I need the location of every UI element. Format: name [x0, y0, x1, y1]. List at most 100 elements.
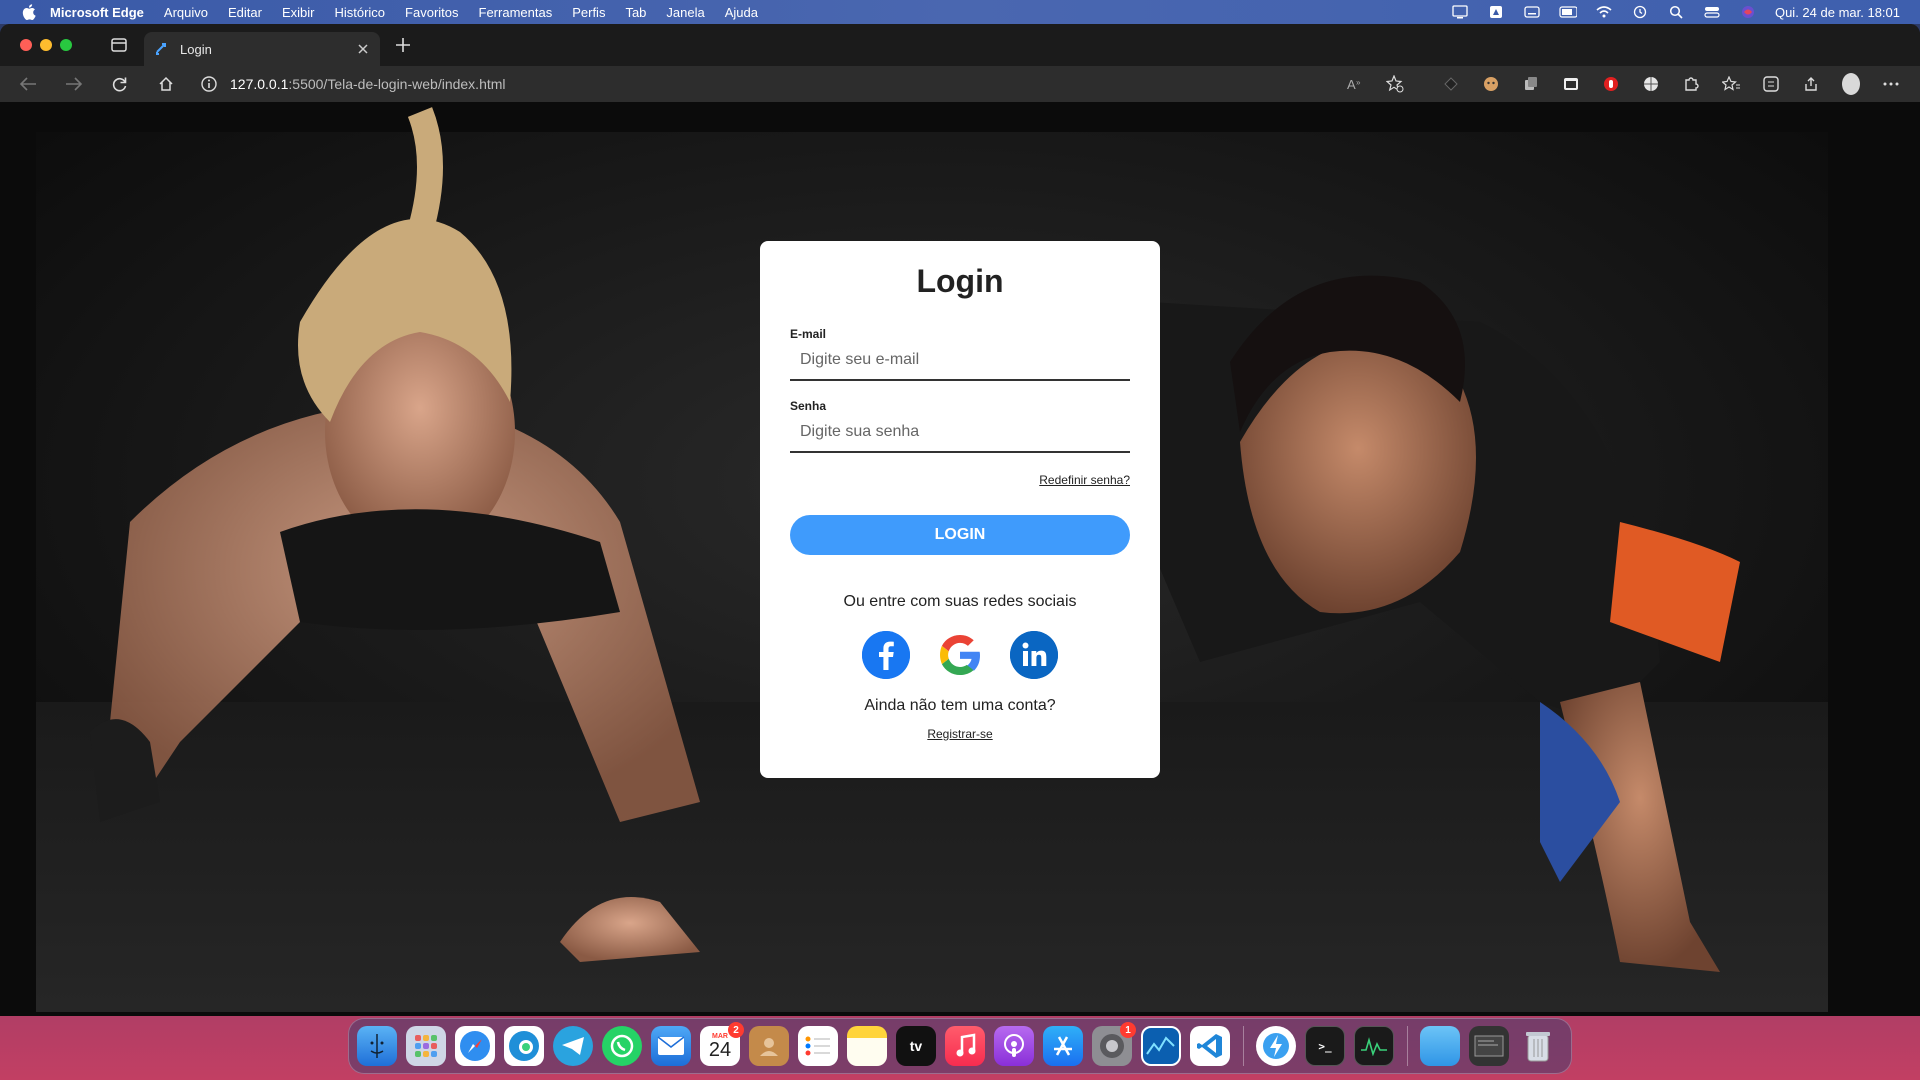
extension-window-icon[interactable] — [1562, 75, 1580, 93]
extension-globe-icon[interactable] — [1642, 75, 1660, 93]
linkedin-icon[interactable] — [1010, 631, 1058, 679]
favorites-icon[interactable] — [1722, 75, 1740, 93]
browser-toolbar: 127.0.0.1:5500/Tela-de-login-web/index.h… — [0, 66, 1920, 102]
tab-actions-icon[interactable] — [110, 36, 128, 54]
register-link[interactable]: Registrar-se — [927, 727, 992, 741]
page-viewport: Login E-mail Senha Redefinir senha? LOGI… — [0, 102, 1920, 1016]
add-favorite-icon[interactable] — [1386, 75, 1404, 93]
launchpad-icon[interactable] — [406, 1026, 446, 1066]
collections-icon[interactable] — [1762, 75, 1780, 93]
keyboard-icon[interactable] — [1523, 5, 1541, 19]
intel-power-gadget-icon[interactable] — [1141, 1026, 1181, 1066]
mail-icon[interactable] — [651, 1026, 691, 1066]
home-icon[interactable] — [156, 74, 176, 94]
extension-copy-icon[interactable] — [1522, 75, 1540, 93]
menu-ferramentas[interactable]: Ferramentas — [479, 5, 553, 20]
edge-icon[interactable] — [504, 1026, 544, 1066]
site-info-icon[interactable] — [200, 75, 218, 93]
menu-arquivo[interactable]: Arquivo — [164, 5, 208, 20]
menu-exibir[interactable]: Exibir — [282, 5, 315, 20]
forward-icon[interactable] — [64, 74, 84, 94]
system-preferences-icon[interactable]: 1 — [1092, 1022, 1136, 1066]
menu-editar[interactable]: Editar — [228, 5, 262, 20]
forgot-password-container: Redefinir senha? — [790, 473, 1130, 487]
new-tab-icon[interactable] — [394, 36, 412, 54]
terminal-icon[interactable]: >_ — [1305, 1026, 1345, 1066]
time-machine-icon[interactable] — [1631, 5, 1649, 19]
system-preferences-badge: 1 — [1120, 1022, 1136, 1038]
whatsapp-icon[interactable] — [602, 1026, 642, 1066]
email-input[interactable] — [790, 341, 1130, 381]
app-store-icon[interactable] — [1043, 1026, 1083, 1066]
extensions-puzzle-icon[interactable] — [1682, 75, 1700, 93]
menu-perfis[interactable]: Perfis — [572, 5, 605, 20]
reeder-icon[interactable] — [1256, 1026, 1296, 1066]
music-icon[interactable] — [945, 1026, 985, 1066]
apple-icon[interactable] — [22, 4, 36, 20]
apple-tv-icon[interactable]: tv — [896, 1026, 936, 1066]
register-container: Registrar-se — [790, 727, 1130, 741]
spotlight-search-icon[interactable] — [1667, 5, 1685, 19]
siri-icon[interactable] — [1739, 5, 1757, 19]
maximize-window-button[interactable] — [60, 39, 72, 51]
forgot-password-link[interactable]: Redefinir senha? — [1039, 473, 1130, 487]
profile-avatar-icon[interactable] — [1842, 73, 1860, 95]
activity-monitor-icon[interactable] — [1354, 1026, 1394, 1066]
calendar-badge: 2 — [728, 1022, 744, 1038]
svg-text:A: A — [1347, 77, 1356, 91]
safari-icon[interactable] — [455, 1026, 495, 1066]
close-tab-icon[interactable] — [356, 42, 370, 56]
menu-janela[interactable]: Janela — [666, 5, 704, 20]
login-button[interactable]: LOGIN — [790, 515, 1130, 555]
menu-clock[interactable]: Qui. 24 de mar. 18:01 — [1775, 5, 1900, 20]
address-host: 127.0.0.1 — [230, 76, 289, 92]
address-bar[interactable]: 127.0.0.1:5500/Tela-de-login-web/index.h… — [188, 69, 1318, 99]
notes-icon[interactable] — [847, 1026, 887, 1066]
extension-red-icon[interactable] — [1602, 75, 1620, 93]
address-path: :5500/Tela-de-login-web/index.html — [288, 76, 506, 92]
dock-separator-2 — [1407, 1026, 1408, 1066]
share-icon[interactable] — [1802, 75, 1820, 93]
browser-window: Login 127.0.0.1:5500/Tela-de-login-web/i… — [0, 24, 1920, 1016]
back-icon[interactable] — [18, 74, 38, 94]
menu-historico[interactable]: Histórico — [334, 5, 385, 20]
dock: MAR 24 2 tv 1 >_ — [348, 1018, 1572, 1074]
toolbar-icons: A» — [1346, 66, 1900, 102]
social-login-buttons — [790, 631, 1130, 679]
minimize-window-button[interactable] — [40, 39, 52, 51]
vscode-icon[interactable] — [1190, 1026, 1230, 1066]
screenshot-stack-icon[interactable] — [1469, 1026, 1509, 1066]
vscode-favicon-icon — [156, 43, 166, 55]
drive-icon[interactable] — [1487, 5, 1505, 19]
menu-favoritos[interactable]: Favoritos — [405, 5, 458, 20]
dock-separator — [1243, 1026, 1244, 1066]
more-menu-icon[interactable] — [1882, 75, 1900, 93]
wifi-icon[interactable] — [1595, 5, 1613, 19]
tab-login[interactable]: Login — [144, 32, 380, 66]
extension-face-icon[interactable] — [1482, 75, 1500, 93]
refresh-icon[interactable] — [110, 74, 130, 94]
podcasts-icon[interactable] — [994, 1026, 1034, 1066]
read-aloud-icon[interactable]: A» — [1346, 75, 1364, 93]
menu-tab[interactable]: Tab — [625, 5, 646, 20]
contacts-icon[interactable] — [749, 1026, 789, 1066]
google-icon[interactable] — [936, 631, 984, 679]
trash-icon[interactable] — [1518, 1026, 1558, 1066]
screen-share-icon[interactable] — [1451, 5, 1469, 19]
extension-diamond-icon[interactable] — [1442, 75, 1460, 93]
close-window-button[interactable] — [20, 39, 32, 51]
window-controls — [20, 39, 72, 51]
downloads-folder-icon[interactable] — [1420, 1026, 1460, 1066]
finder-icon[interactable] — [357, 1026, 397, 1066]
battery-icon[interactable] — [1559, 5, 1577, 19]
telegram-icon[interactable] — [553, 1026, 593, 1066]
facebook-icon[interactable] — [862, 631, 910, 679]
reminders-icon[interactable] — [798, 1026, 838, 1066]
menu-ajuda[interactable]: Ajuda — [725, 5, 758, 20]
menu-app-name[interactable]: Microsoft Edge — [50, 5, 144, 20]
signup-question: Ainda não tem uma conta? — [864, 697, 1056, 714]
control-center-icon[interactable] — [1703, 5, 1721, 19]
calendar-icon[interactable]: MAR 24 2 — [700, 1022, 744, 1066]
password-input[interactable] — [790, 413, 1130, 453]
tab-title: Login — [180, 41, 212, 57]
